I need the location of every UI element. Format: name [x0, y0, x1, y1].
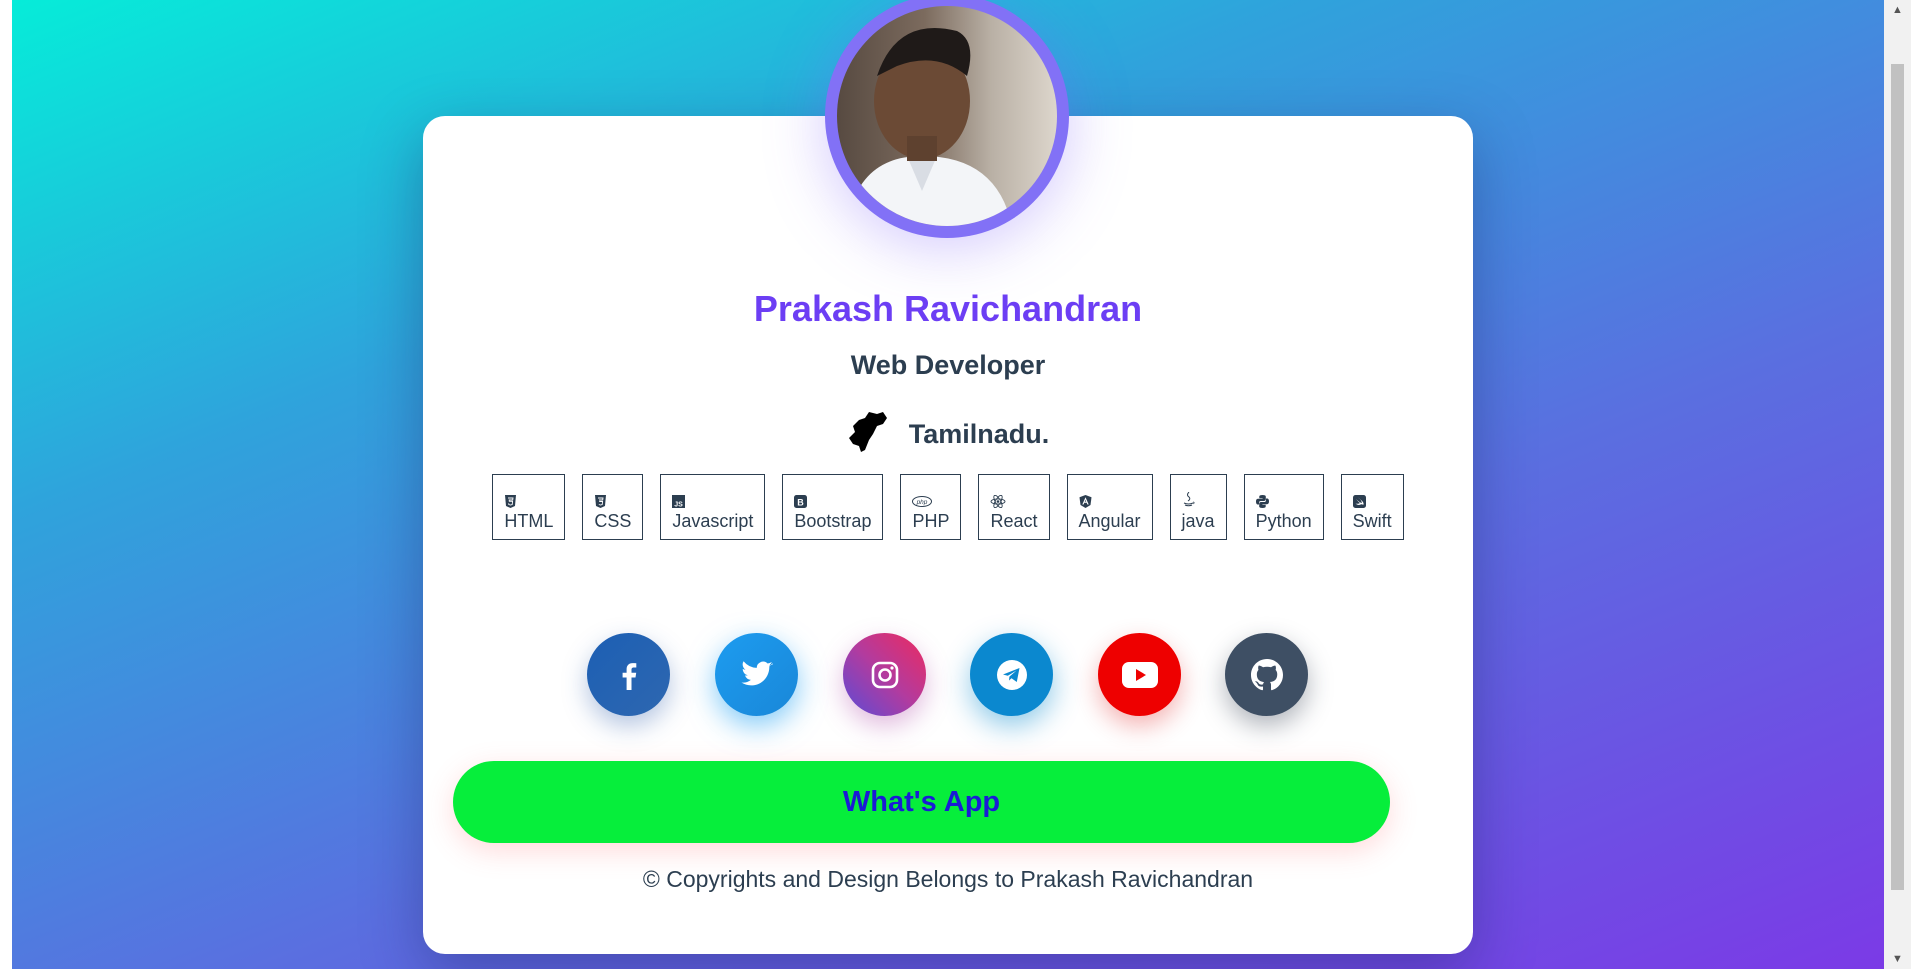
- facebook-link[interactable]: [587, 633, 670, 716]
- scrollbar[interactable]: ▲ ▼: [1884, 0, 1911, 969]
- scroll-up-arrow-icon[interactable]: ▲: [1884, 0, 1911, 20]
- skill-badge-angular: Angular: [1066, 474, 1153, 540]
- skill-label: Javascript: [672, 511, 754, 531]
- java-icon: [1183, 492, 1195, 507]
- skill-badge-php: php PHP: [900, 474, 962, 540]
- skill-badge-swift: Swift: [1340, 474, 1404, 540]
- page-margin: [0, 0, 12, 969]
- skills-list: HTML CSS JS Javascript B Bootstrap php P…: [423, 474, 1473, 540]
- svg-text:php: php: [916, 499, 928, 506]
- html5-icon: [505, 495, 517, 508]
- skill-badge-python: Python: [1243, 474, 1324, 540]
- skill-label: Bootstrap: [794, 511, 872, 531]
- scroll-down-arrow-icon[interactable]: ▼: [1884, 949, 1911, 969]
- instagram-link[interactable]: [843, 633, 926, 716]
- github-link[interactable]: [1225, 633, 1308, 716]
- avatar: [825, 0, 1069, 238]
- skill-label: CSS: [594, 511, 632, 531]
- skill-label: java: [1181, 511, 1215, 531]
- location: Tamilnadu.: [423, 410, 1473, 459]
- skill-badge-javascript: JS Javascript: [660, 474, 766, 540]
- whatsapp-button[interactable]: What's App: [453, 761, 1390, 843]
- youtube-link[interactable]: [1098, 633, 1181, 716]
- facebook-icon: [622, 662, 636, 690]
- skill-badge-java: java: [1169, 474, 1227, 540]
- swift-icon: [1352, 495, 1366, 508]
- location-text: Tamilnadu.: [908, 419, 1050, 449]
- skill-label: HTML: [504, 511, 554, 531]
- skill-label: Swift: [1352, 511, 1392, 531]
- skill-badge-bootstrap: B Bootstrap: [782, 474, 884, 540]
- profile-photo: [837, 6, 1057, 226]
- skill-badge-html: HTML: [492, 474, 566, 540]
- css3-icon: [595, 495, 607, 508]
- scroll-thumb[interactable]: [1891, 64, 1904, 890]
- footer-copyright: © Copyrights and Design Belongs to Praka…: [642, 866, 1254, 892]
- social-links: [0, 633, 1911, 717]
- profile-name: Prakash Ravichandran: [753, 288, 1143, 329]
- php-icon: php: [912, 496, 933, 507]
- telegram-link[interactable]: [970, 633, 1053, 716]
- tamilnadu-map-icon: [847, 410, 891, 459]
- skill-badge-react: React: [978, 474, 1050, 540]
- svg-text:JS: JS: [675, 502, 684, 509]
- python-icon: [1255, 495, 1269, 508]
- svg-text:B: B: [798, 498, 805, 508]
- github-icon: [1250, 658, 1283, 690]
- skill-label: Python: [1255, 511, 1312, 531]
- telegram-icon: [996, 659, 1027, 690]
- skill-badge-css: CSS: [582, 474, 644, 540]
- profile-role: Web Developer: [850, 350, 1046, 380]
- twitter-icon: [740, 660, 773, 685]
- bootstrap-icon: B: [794, 495, 808, 508]
- youtube-icon: [1121, 661, 1158, 688]
- js-icon: JS: [672, 495, 686, 509]
- instagram-icon: [871, 661, 898, 688]
- react-icon: [991, 495, 1006, 508]
- skill-label: PHP: [912, 511, 950, 531]
- angular-icon: [1079, 495, 1091, 508]
- skill-label: React: [990, 511, 1038, 531]
- skill-label: Angular: [1078, 511, 1141, 531]
- twitter-link[interactable]: [715, 633, 798, 716]
